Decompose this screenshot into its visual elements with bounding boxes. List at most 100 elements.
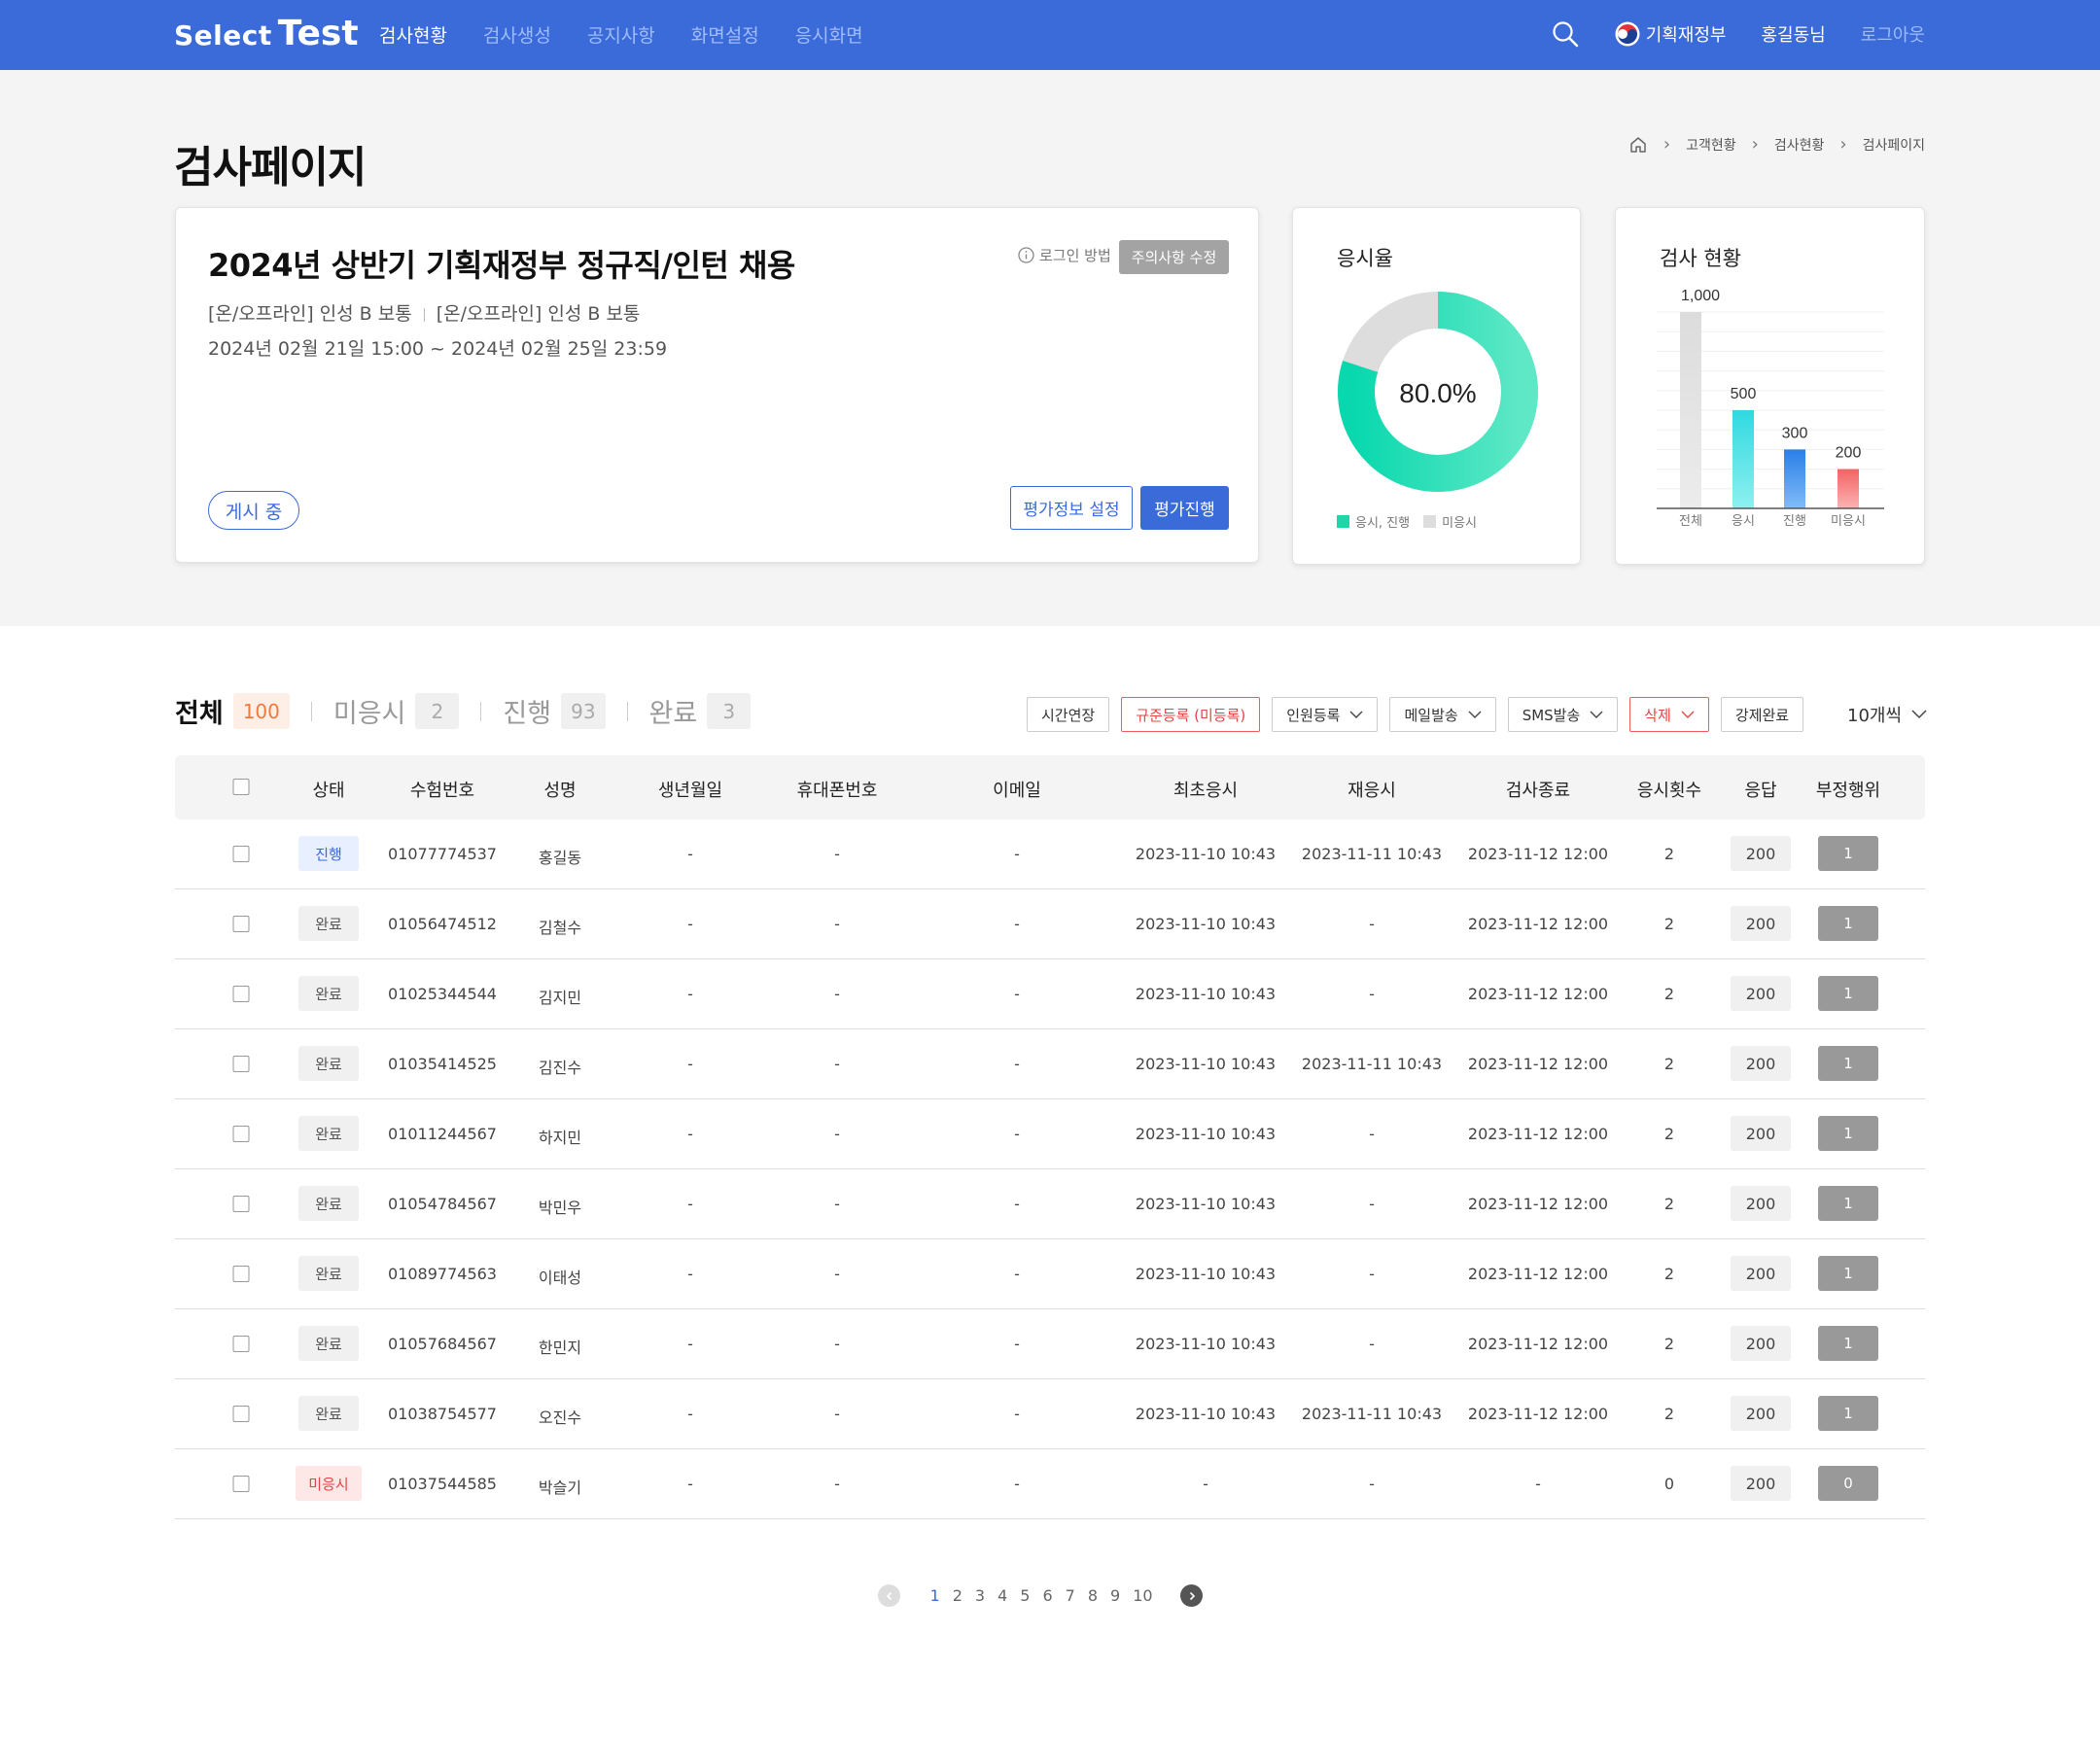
page-number[interactable]: 8 (1088, 1586, 1098, 1605)
cheating-count-button[interactable]: 1 (1818, 1116, 1878, 1151)
cheating-count-button[interactable]: 1 (1818, 1256, 1878, 1291)
table-row[interactable]: 완료 01054784567 박민우 - - - 2023-11-10 10:43 - 2023… (175, 1169, 1925, 1239)
page-number[interactable]: 4 (998, 1586, 1007, 1605)
row-checkbox[interactable] (232, 986, 250, 1002)
table-row[interactable]: 완료 01035414525 김진수 - - - 2023-11-10 10:43 2023-… (175, 1029, 1925, 1099)
donut-rate-text: 80.0% (1399, 378, 1476, 408)
row-checkbox[interactable] (232, 1406, 250, 1422)
table-row[interactable]: 완료 01038754577 오진수 - - - 2023-11-10 10:43 2023-… (175, 1379, 1925, 1449)
row-checkbox[interactable] (232, 1196, 250, 1212)
tab-completed[interactable]: 완료 3 (649, 692, 752, 730)
table-row[interactable]: 완료 01056474512 김철수 - - - 2023-11-10 10:43 - 2023… (175, 889, 1925, 959)
cell-exam-end: 2023-11-12 12:00 (1467, 1055, 1609, 1073)
page-number[interactable]: 10 (1133, 1586, 1152, 1605)
response-badge[interactable]: 200 (1731, 836, 1791, 871)
time-extend-button[interactable]: 시간연장 (1027, 697, 1110, 732)
home-icon[interactable] (1628, 135, 1648, 155)
eval-setting-button[interactable]: 평가정보 설정 (1010, 486, 1133, 530)
notice-edit-button[interactable]: 주의사항 수정 (1119, 240, 1229, 274)
response-badge[interactable]: 200 (1731, 1116, 1791, 1151)
cheating-count-button[interactable]: 0 (1818, 1466, 1878, 1501)
row-checkbox[interactable] (232, 1266, 250, 1282)
delete-dropdown[interactable]: 삭제 (1629, 697, 1709, 732)
response-badge[interactable]: 200 (1731, 1186, 1791, 1221)
response-badge[interactable]: 200 (1731, 1396, 1791, 1431)
row-checkbox[interactable] (232, 1476, 250, 1492)
table-row[interactable]: 미응시 01037544585 박슬기 - - - - - - 0 200 0 (175, 1449, 1925, 1519)
status-badge: 완료 (298, 1326, 359, 1361)
nav-item-screen-settings[interactable]: 화면설정 (691, 21, 759, 48)
row-checkbox[interactable] (232, 1056, 250, 1072)
col-header-response[interactable]: 응답 (1744, 777, 1776, 802)
nav-item-exam-create[interactable]: 검사생성 (483, 21, 551, 48)
sms-send-dropdown[interactable]: SMS발송 (1507, 697, 1619, 732)
response-badge[interactable]: 200 (1731, 906, 1791, 941)
cheating-count-button[interactable]: 1 (1818, 836, 1878, 871)
table-row[interactable]: 완료 01025344544 김지민 - - - 2023-11-10 10:43 - 2023… (175, 959, 1925, 1029)
cell-birth: - (687, 1265, 693, 1283)
col-header-exam-number[interactable]: 수험번호 (410, 777, 474, 802)
response-badge[interactable]: 200 (1731, 1326, 1791, 1361)
page-number[interactable]: 5 (1020, 1586, 1030, 1605)
cheating-count-button[interactable]: 1 (1818, 976, 1878, 1011)
col-header-exam-end[interactable]: 검사종료 (1506, 777, 1570, 802)
page-number[interactable]: 7 (1066, 1586, 1075, 1605)
breadcrumb-item[interactable]: 고객현황 (1686, 135, 1736, 155)
page-number[interactable]: 1 (930, 1586, 940, 1605)
divider (480, 701, 482, 721)
col-header-email[interactable]: 이메일 (993, 777, 1041, 802)
response-badge[interactable]: 200 (1731, 1466, 1791, 1501)
cheating-count-button[interactable]: 1 (1818, 1326, 1878, 1361)
response-badge[interactable]: 200 (1731, 976, 1791, 1011)
page-number[interactable]: 2 (953, 1586, 962, 1605)
row-checkbox[interactable] (232, 916, 250, 932)
col-header-first-attempt[interactable]: 최초응시 (1173, 777, 1238, 802)
eval-progress-button[interactable]: 평가진행 (1140, 486, 1229, 530)
cheating-count-button[interactable]: 1 (1818, 1046, 1878, 1081)
col-header-phone[interactable]: 휴대폰번호 (797, 777, 878, 802)
nav-item-exam-screen[interactable]: 응시화면 (795, 21, 863, 48)
col-header-retake[interactable]: 재응시 (1348, 777, 1396, 802)
norm-register-button[interactable]: 규준등록 (미등록) (1121, 697, 1261, 732)
force-complete-button[interactable]: 강제완료 (1720, 697, 1804, 732)
col-header-status[interactable]: 상태 (312, 777, 344, 802)
search-icon[interactable] (1551, 19, 1580, 49)
table-row[interactable]: 진행 01077774537 홍길동 - - - 2023-11-10 10:43 2023-… (175, 819, 1925, 889)
per-page-select[interactable]: 10개씩 (1847, 702, 1927, 727)
col-header-birth[interactable]: 생년월일 (658, 777, 722, 802)
next-page-button[interactable] (1180, 1584, 1204, 1607)
user-name[interactable]: 홍길동님 (1762, 21, 1826, 47)
nav-item-exam-status[interactable]: 검사현황 (379, 21, 447, 48)
col-header-attempt-count[interactable]: 응시횟수 (1637, 777, 1701, 802)
tab-all[interactable]: 전체 100 (175, 692, 290, 730)
row-checkbox[interactable] (232, 1336, 250, 1352)
tab-not-taken[interactable]: 미응시 2 (333, 692, 460, 730)
login-method-link[interactable]: 로그인 방법 (1018, 245, 1111, 265)
cheating-count-button[interactable]: 1 (1818, 906, 1878, 941)
cell-exam-end: 2023-11-12 12:00 (1467, 845, 1609, 863)
cheating-count-button[interactable]: 1 (1818, 1186, 1878, 1221)
cheating-count-button[interactable]: 1 (1818, 1396, 1878, 1431)
table-row[interactable]: 완료 01057684567 한민지 - - - 2023-11-10 10:43 - 2023… (175, 1309, 1925, 1379)
page-number[interactable]: 3 (975, 1586, 985, 1605)
page-number[interactable]: 9 (1110, 1586, 1120, 1605)
logout-link[interactable]: 로그아웃 (1861, 21, 1925, 47)
table-row[interactable]: 완료 01089774563 이태성 - - - 2023-11-10 10:43 - 2023… (175, 1239, 1925, 1309)
tab-in-progress[interactable]: 진행 93 (503, 692, 606, 730)
nav-item-notice[interactable]: 공지사항 (587, 21, 655, 48)
mail-send-dropdown[interactable]: 메일발송 (1389, 697, 1496, 732)
breadcrumb-item[interactable]: 검사현황 (1774, 135, 1825, 155)
col-header-name[interactable]: 성명 (543, 777, 576, 802)
member-register-dropdown[interactable]: 인원등록 (1272, 697, 1379, 732)
status-badge: 완료 (298, 1046, 359, 1081)
logo[interactable]: Select Test (174, 14, 359, 53)
col-header-cheating[interactable]: 부정행위 (1816, 777, 1880, 802)
select-all-checkbox[interactable] (232, 779, 250, 795)
response-badge[interactable]: 200 (1731, 1046, 1791, 1081)
table-row[interactable]: 완료 01011244567 하지민 - - - 2023-11-10 10:43 - 2023… (175, 1099, 1925, 1169)
prev-page-button[interactable] (878, 1584, 900, 1607)
row-checkbox[interactable] (232, 846, 250, 862)
row-checkbox[interactable] (232, 1126, 250, 1142)
page-number[interactable]: 6 (1042, 1586, 1052, 1605)
response-badge[interactable]: 200 (1731, 1256, 1791, 1291)
